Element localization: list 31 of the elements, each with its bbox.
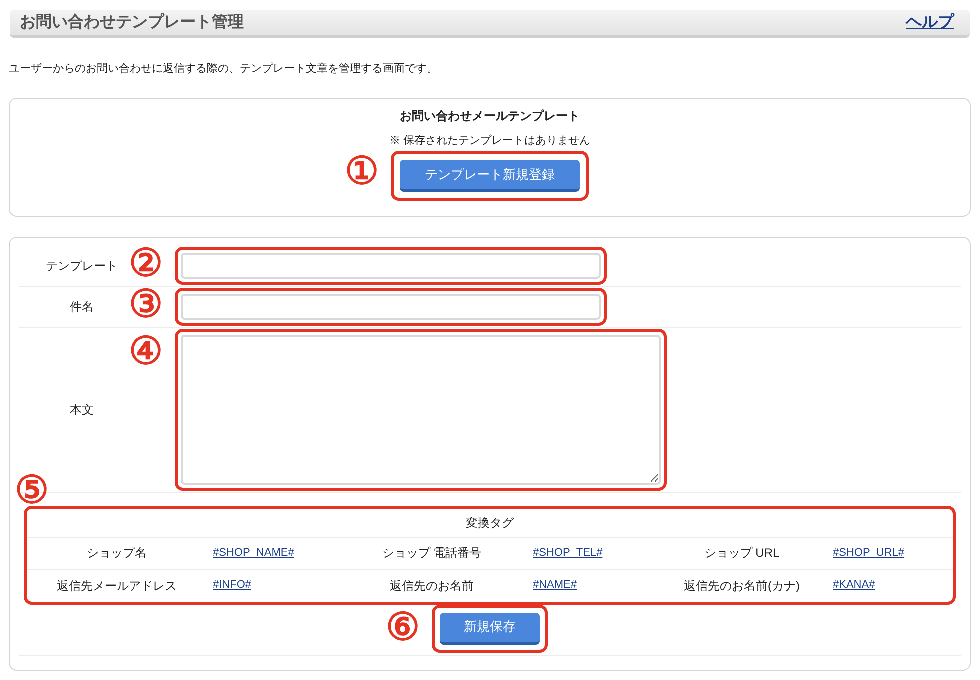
- tag-label: ショップ 電話番号: [381, 545, 483, 562]
- notice-text: ※ 保存されたテンプレートはありません: [389, 134, 591, 148]
- number-marker: ④: [129, 332, 163, 370]
- field-label: 本文: [70, 402, 94, 418]
- tag-link[interactable]: #INFO#: [207, 577, 252, 594]
- page-title: お問い合わせテンプレート管理: [20, 12, 244, 32]
- tag-link[interactable]: #KANA#: [827, 577, 876, 594]
- description-text: ユーザーからのお問い合わせに返信する際の、テンプレート文章を管理する画面です。: [9, 62, 439, 77]
- tag-link[interactable]: #SHOP_TEL#: [527, 544, 603, 562]
- tag-label: ショップ名: [86, 545, 148, 562]
- field-label: 件名: [70, 298, 94, 316]
- number-marker: ⑤: [15, 472, 49, 510]
- action-button[interactable]: 新規保存: [440, 612, 540, 644]
- action-button[interactable]: テンプレート新規登録: [400, 160, 580, 192]
- tag-label: 返信先メールアドレス: [56, 578, 178, 594]
- tag-label: 返信先のお名前: [389, 578, 475, 594]
- card-title: お問い合わせメールテンプレート: [400, 108, 580, 124]
- tag-link[interactable]: #SHOP_NAME#: [207, 544, 294, 562]
- number-marker: ②: [129, 244, 163, 282]
- field-label: テンプレート: [46, 258, 118, 274]
- number-marker: ⑥: [386, 608, 420, 646]
- tag-link[interactable]: #SHOP_URL#: [827, 544, 905, 562]
- tag-link[interactable]: #NAME#: [527, 577, 578, 594]
- text-field[interactable]: [181, 252, 601, 278]
- number-marker: ③: [129, 286, 163, 324]
- number-marker: ①: [345, 153, 379, 191]
- tag-label: 返信先のお名前(カナ): [683, 578, 801, 594]
- help-link[interactable]: ヘルプ: [906, 10, 954, 34]
- tag-label: ショップ URL: [703, 545, 781, 562]
- tags-title: 変換タグ: [466, 516, 514, 530]
- text-field[interactable]: [181, 294, 601, 320]
